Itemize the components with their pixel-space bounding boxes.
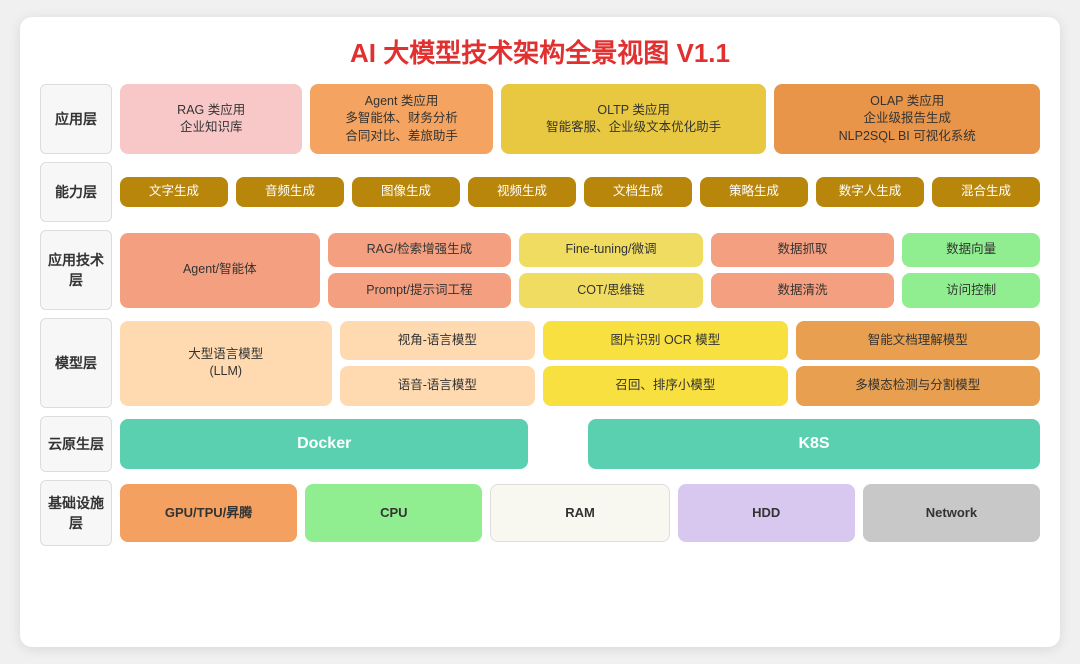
vector-access-group: 数据向量 访问控制	[902, 233, 1040, 308]
model-layer-label: 模型层	[40, 318, 112, 408]
infra-layer-label: 基础设施层	[40, 480, 112, 546]
ram-box: RAM	[490, 484, 669, 542]
infra-layer-row: 基础设施层 GPU/TPU/昇腾 CPU RAM HDD Network	[40, 480, 1040, 546]
docker-box: Docker	[120, 419, 528, 469]
model-layer-content: 大型语言模型 (LLM) 视角-语言模型 语音-语言模型 图片识别 OCR 模型…	[120, 321, 1040, 406]
main-container: AI 大模型技术架构全景视图 V1.1 应用层 RAG 类应用 企业知识库 Ag…	[20, 17, 1060, 647]
digital-gen-box: 数字人生成	[816, 177, 924, 207]
data-ops-group: 数据抓取 数据清洗	[711, 233, 895, 308]
vector-box: 数据向量	[902, 233, 1040, 268]
finetuning-box: Fine-tuning/微调	[519, 233, 703, 268]
video-gen-box: 视频生成	[468, 177, 576, 207]
hdd-box: HDD	[678, 484, 855, 542]
capability-layer-row: 能力层 文字生成 音频生成 图像生成 视频生成 文档生成 策略生成 数字人生成 …	[40, 162, 1040, 222]
vision-speech-group: 视角-语言模型 语音-语言模型	[340, 321, 536, 406]
data-fetch-box: 数据抓取	[711, 233, 895, 268]
audio-gen-box: 音频生成	[236, 177, 344, 207]
image-gen-box: 图像生成	[352, 177, 460, 207]
olap-box: OLAP 类应用 企业级报告生成 NLP2SQL BI 可视化系统	[774, 84, 1040, 154]
doc-multimodal-group: 智能文档理解模型 多模态检测与分割模型	[796, 321, 1040, 406]
multimodal-box: 多模态检测与分割模型	[796, 366, 1040, 406]
ranking-box: 召回、排序小模型	[543, 366, 787, 406]
app-layer-row: 应用层 RAG 类应用 企业知识库 Agent 类应用 多智能体、财务分析 合同…	[40, 84, 1040, 154]
doc-gen-box: 文档生成	[584, 177, 692, 207]
k8s-box: K8S	[588, 419, 1040, 469]
capability-layer-content: 文字生成 音频生成 图像生成 视频生成 文档生成 策略生成 数字人生成 混合生成	[120, 177, 1040, 207]
rag-tech-box: RAG/检索增强生成	[328, 233, 512, 268]
app-layer-label: 应用层	[40, 84, 112, 154]
agent-tech-box: Agent/智能体	[120, 233, 320, 308]
model-layer-row: 模型层 大型语言模型 (LLM) 视角-语言模型 语音-语言模型 图片识别 OC…	[40, 318, 1040, 408]
text-gen-box: 文字生成	[120, 177, 228, 207]
finetuning-cot-group: Fine-tuning/微调 COT/思维链	[519, 233, 703, 308]
cot-box: COT/思维链	[519, 273, 703, 308]
cloud-layer-content: Docker K8S	[120, 419, 1040, 469]
prompt-tech-box: Prompt/提示词工程	[328, 273, 512, 308]
strategy-gen-box: 策略生成	[700, 177, 808, 207]
rag-prompt-group: RAG/检索增强生成 Prompt/提示词工程	[328, 233, 512, 308]
app-tech-layer-content: Agent/智能体 RAG/检索增强生成 Prompt/提示词工程 Fine-t…	[120, 233, 1040, 308]
app-layer-content: RAG 类应用 企业知识库 Agent 类应用 多智能体、财务分析 合同对比、差…	[120, 84, 1040, 154]
gpu-box: GPU/TPU/昇腾	[120, 484, 297, 542]
access-box: 访问控制	[902, 273, 1040, 308]
data-clean-box: 数据清洗	[711, 273, 895, 308]
app-tech-layer-label: 应用技术层	[40, 230, 112, 310]
infra-layer-content: GPU/TPU/昇腾 CPU RAM HDD Network	[120, 484, 1040, 542]
speech-box: 语音-语言模型	[340, 366, 536, 406]
vision-box: 视角-语言模型	[340, 321, 536, 361]
mix-gen-box: 混合生成	[932, 177, 1040, 207]
app-tech-layer-row: 应用技术层 Agent/智能体 RAG/检索增强生成 Prompt/提示词工程 …	[40, 230, 1040, 310]
doc-understand-box: 智能文档理解模型	[796, 321, 1040, 361]
ocr-ranking-group: 图片识别 OCR 模型 召回、排序小模型	[543, 321, 787, 406]
oltp-box: OLTP 类应用 智能客服、企业级文本优化助手	[501, 84, 767, 154]
cloud-layer-row: 云原生层 Docker K8S	[40, 416, 1040, 472]
network-box: Network	[863, 484, 1040, 542]
cloud-layer-label: 云原生层	[40, 416, 112, 472]
llm-box: 大型语言模型 (LLM)	[120, 321, 332, 406]
page-title: AI 大模型技术架构全景视图 V1.1	[40, 33, 1040, 70]
architecture-grid: 应用层 RAG 类应用 企业知识库 Agent 类应用 多智能体、财务分析 合同…	[40, 84, 1040, 546]
agent-box: Agent 类应用 多智能体、财务分析 合同对比、差旅助手	[310, 84, 492, 154]
cpu-box: CPU	[305, 484, 482, 542]
rag-box: RAG 类应用 企业知识库	[120, 84, 302, 154]
ocr-box: 图片识别 OCR 模型	[543, 321, 787, 361]
capability-layer-label: 能力层	[40, 162, 112, 222]
